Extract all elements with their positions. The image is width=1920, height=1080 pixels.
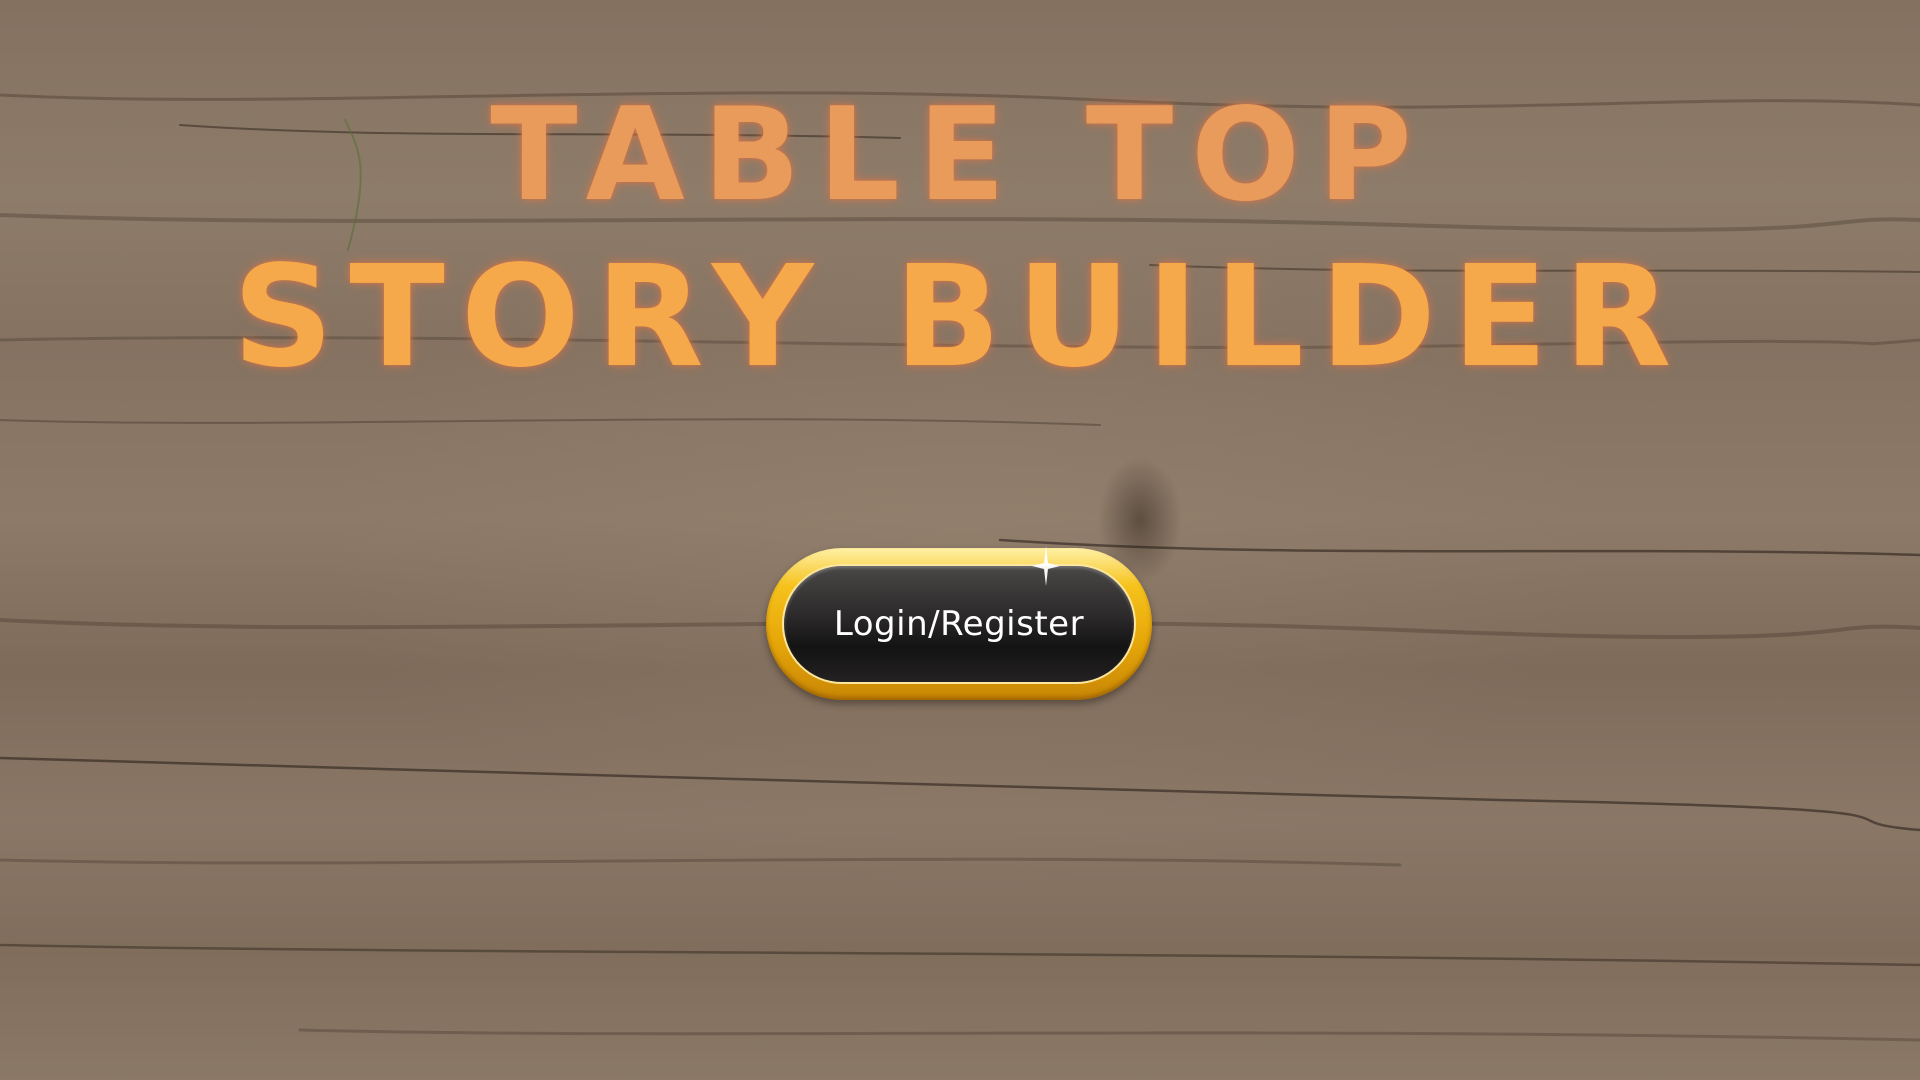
sparkle-icon: [1032, 546, 1060, 586]
login-register-label: Login/Register: [833, 604, 1085, 644]
title-line-table-top: TABLE TOP: [490, 81, 1430, 230]
login-register-button[interactable]: Login/Register: [766, 548, 1152, 700]
title-line-story-builder: STORY BUILDER: [232, 236, 1688, 399]
login-register-button-face[interactable]: Login/Register: [784, 566, 1134, 682]
app-title: TABLE TOP STORY BUILDER: [0, 80, 1920, 388]
